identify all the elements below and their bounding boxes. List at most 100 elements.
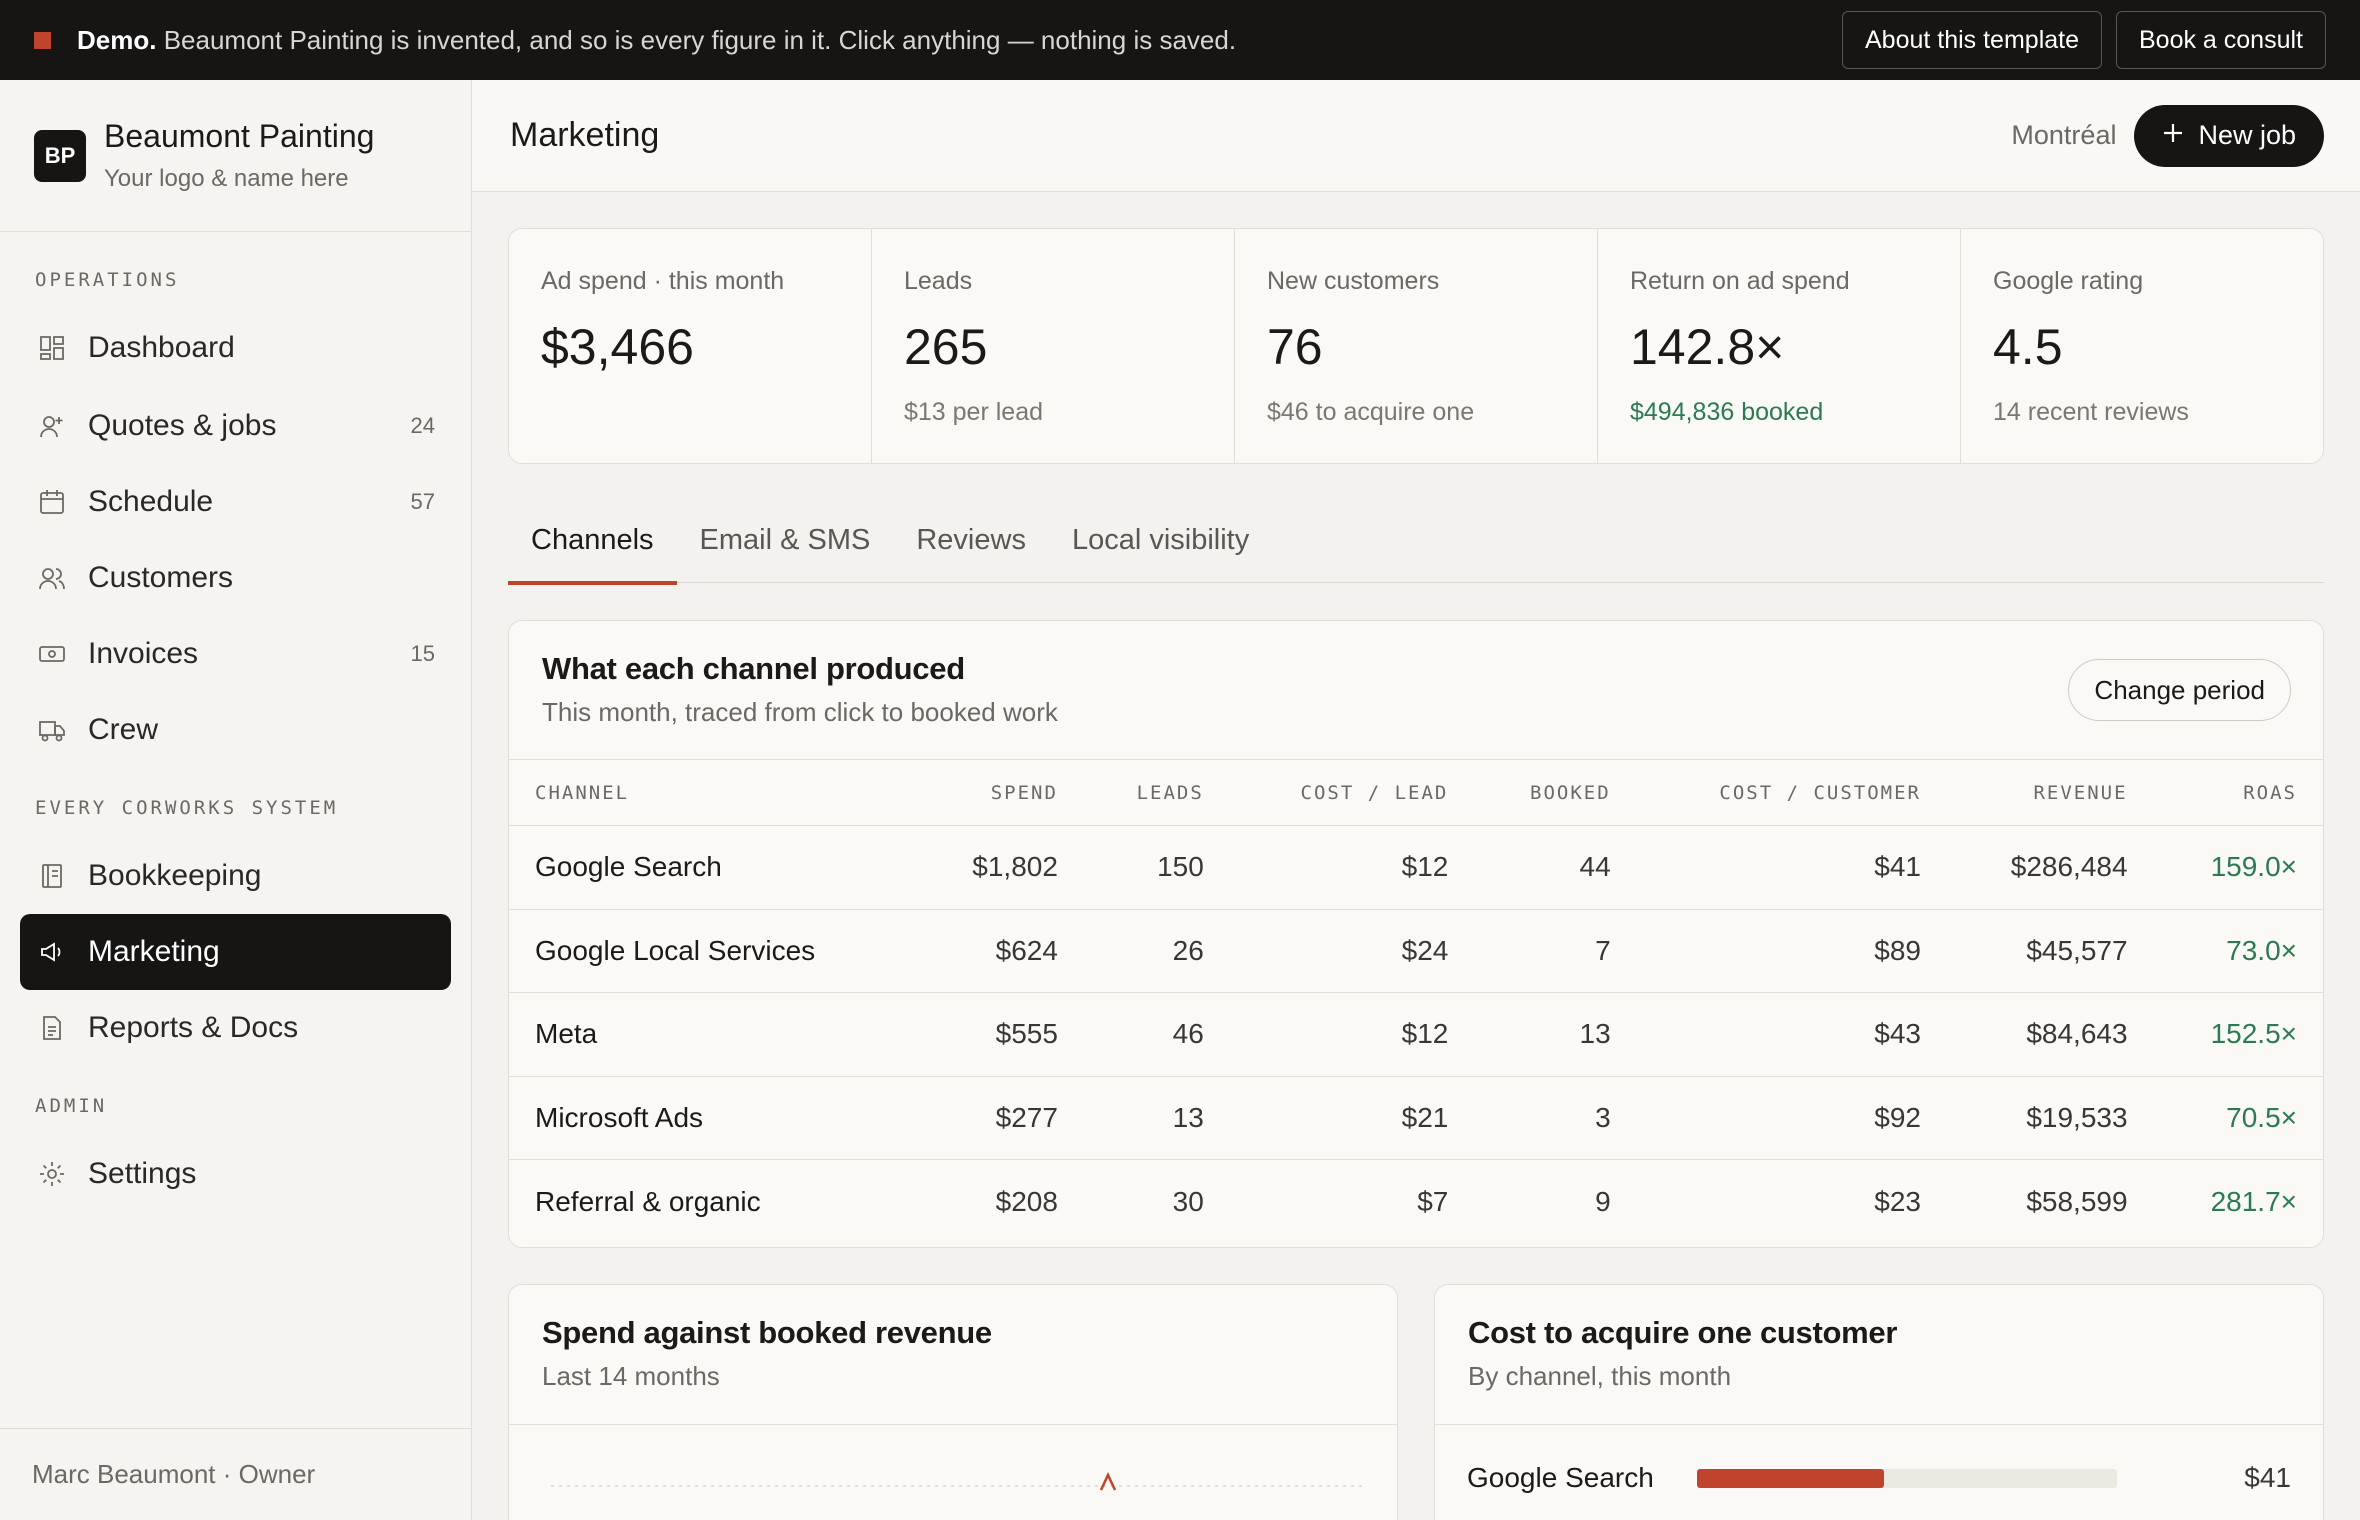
card-title: What each channel produced bbox=[542, 651, 965, 686]
kpi-label: Ad spend · this month bbox=[541, 267, 785, 295]
cell-leads: 150 bbox=[1083, 825, 1230, 910]
cac-card: Cost to acquire one customer By channel,… bbox=[1434, 1284, 2324, 1520]
sidebar-item-marketing[interactable]: Marketing bbox=[20, 914, 451, 990]
sidebar-item-label: Settings bbox=[88, 1157, 197, 1190]
cell-cost-lead: $12 bbox=[1229, 992, 1475, 1077]
cell-spend: $208 bbox=[995, 1185, 1058, 1217]
users-icon bbox=[36, 562, 68, 594]
current-user[interactable]: Marc Beaumont · Owner bbox=[0, 1428, 471, 1520]
sidebar-item-label: Marketing bbox=[88, 935, 220, 968]
demo-indicator-icon bbox=[34, 31, 51, 49]
user-plus-icon bbox=[36, 410, 68, 442]
cell-leads: 13 bbox=[1083, 1076, 1230, 1160]
cell-spend: $277 bbox=[915, 1076, 1084, 1160]
kpi-label: Return on ad spend bbox=[1630, 267, 1850, 295]
card-subtitle: Last 14 months bbox=[542, 1361, 720, 1391]
cac-bar-track bbox=[1697, 1468, 2117, 1488]
sidebar-item-reports-docs[interactable]: Reports & Docs bbox=[20, 990, 451, 1066]
cell-cost-customer: $92 bbox=[1636, 1076, 1947, 1160]
nav-section-system: EVERY CORWORKS SYSTEM bbox=[35, 797, 339, 819]
kpi-label: Google rating bbox=[1993, 267, 2144, 295]
cell-channel: Referral & organic bbox=[535, 1185, 761, 1217]
brand-logo: BP bbox=[34, 129, 86, 182]
cell-roas: 152.5× bbox=[2153, 992, 2323, 1077]
tab-email-sms[interactable]: Email & SMS bbox=[677, 508, 894, 583]
table-row[interactable]: Google Local Services $624 26 $24 7 $89 … bbox=[509, 909, 2323, 993]
tab-local-visibility[interactable]: Local visibility bbox=[1049, 508, 1272, 583]
kpi-summary: Ad spend · this month $3,466 Leads 265 $… bbox=[508, 228, 2324, 464]
sidebar-item-crew[interactable]: Crew bbox=[20, 692, 451, 768]
table-header-row: CHANNEL SPEND LEADS COST / LEAD BOOKED C… bbox=[509, 759, 2323, 826]
cell-cost-customer: $43 bbox=[1636, 992, 1947, 1077]
cell-revenue: $58,599 bbox=[2026, 1185, 2128, 1217]
sidebar-item-bookkeeping[interactable]: Bookkeeping bbox=[20, 838, 451, 914]
cell-roas: 73.0× bbox=[2153, 909, 2323, 993]
table-row[interactable]: Google Search $1,802 150 $12 44 $41 $286… bbox=[509, 825, 2323, 910]
change-period-button[interactable]: Change period bbox=[2068, 659, 2291, 721]
cell-channel: Google Search bbox=[509, 825, 916, 910]
kpi-roas: Return on ad spend 142.8× $494,836 booke… bbox=[1598, 229, 1961, 463]
about-template-button[interactable]: About this template bbox=[1841, 11, 2102, 69]
cell-booked: 3 bbox=[1474, 1076, 1637, 1160]
tab-reviews[interactable]: Reviews bbox=[893, 508, 1049, 583]
spend-revenue-chart bbox=[509, 1425, 1397, 1520]
kpi-google-rating: Google rating 4.5 14 recent reviews bbox=[1961, 229, 2323, 463]
sidebar-item-label: Dashboard bbox=[88, 331, 235, 364]
sidebar-item-label: Schedule bbox=[88, 485, 214, 518]
table-row[interactable]: Microsoft Ads $277 13 $21 3 $92 $19,533 … bbox=[509, 1076, 2323, 1160]
cell-leads: 30 bbox=[1172, 1185, 1204, 1217]
card-subtitle: By channel, this month bbox=[1468, 1361, 1732, 1391]
tab-channels[interactable]: Channels bbox=[508, 508, 677, 585]
col-roas[interactable]: ROAS bbox=[2153, 759, 2323, 826]
cell-leads: 26 bbox=[1083, 909, 1230, 993]
calendar-icon bbox=[36, 486, 68, 518]
kpi-value: 76 bbox=[1267, 319, 1323, 375]
card-title: Spend against booked revenue bbox=[542, 1315, 992, 1350]
cell-roas: 281.7× bbox=[2210, 1185, 2297, 1217]
brand[interactable]: BP Beaumont Painting Your logo & name he… bbox=[0, 80, 471, 232]
truck-icon bbox=[36, 714, 68, 746]
cell-roas: 159.0× bbox=[2153, 825, 2323, 910]
sidebar-item-label: Quotes & jobs bbox=[88, 409, 277, 442]
cell-cost-customer: $89 bbox=[1636, 909, 1947, 993]
col-spend[interactable]: SPEND bbox=[915, 759, 1084, 826]
document-icon bbox=[36, 1012, 68, 1044]
page-title: Marketing bbox=[510, 116, 660, 154]
banner-text: Demo. Beaumont Painting is invented, and… bbox=[77, 25, 1236, 56]
sidebar-item-dashboard[interactable]: Dashboard bbox=[20, 310, 451, 386]
channels-card: What each channel produced This month, t… bbox=[508, 620, 2324, 1248]
cell-cost-lead: $24 bbox=[1229, 909, 1475, 993]
brand-name: Beaumont Painting bbox=[104, 118, 375, 154]
col-channel[interactable]: CHANNEL bbox=[509, 759, 916, 826]
cell-cost-customer: $23 bbox=[1874, 1185, 1921, 1217]
col-leads[interactable]: LEADS bbox=[1083, 759, 1230, 826]
new-job-button[interactable]: New job bbox=[2134, 104, 2324, 167]
sidebar-item-count: 24 bbox=[410, 413, 435, 438]
sidebar-item-quotes-jobs[interactable]: Quotes & jobs 24 bbox=[20, 388, 451, 464]
cell-channel: Meta bbox=[509, 992, 916, 1077]
cell-booked: 9 bbox=[1595, 1185, 1611, 1217]
kpi-ad-spend: Ad spend · this month $3,466 bbox=[509, 229, 872, 463]
cac-bar-label: Google Search bbox=[1467, 1462, 1654, 1493]
cell-cost-customer: $41 bbox=[1636, 825, 1947, 910]
book-consult-button[interactable]: Book a consult bbox=[2116, 11, 2326, 69]
table-row[interactable]: Meta $555 46 $12 13 $43 $84,643 152.5× bbox=[509, 992, 2323, 1077]
location-label[interactable]: Montréal bbox=[2011, 120, 2116, 151]
col-cost-lead[interactable]: COST / LEAD bbox=[1229, 759, 1475, 826]
cac-bar-row[interactable]: Google Search $41 bbox=[1435, 1425, 2323, 1520]
megaphone-icon bbox=[36, 936, 68, 968]
kpi-sub: 14 recent reviews bbox=[1993, 398, 2189, 426]
new-job-label: New job bbox=[2198, 120, 2296, 150]
col-cost-customer[interactable]: COST / CUSTOMER bbox=[1636, 759, 1947, 826]
kpi-label: New customers bbox=[1267, 267, 1440, 295]
kpi-leads: Leads 265 $13 per lead bbox=[872, 229, 1235, 463]
col-booked[interactable]: BOOKED bbox=[1474, 759, 1637, 826]
sidebar-item-customers[interactable]: Customers bbox=[20, 540, 451, 616]
banner-message: Beaumont Painting is invented, and so is… bbox=[156, 24, 1237, 55]
sidebar-item-settings[interactable]: Settings bbox=[20, 1136, 451, 1212]
col-revenue[interactable]: REVENUE bbox=[1947, 759, 2154, 826]
table-row[interactable]: Referral & organic $208 30 $7 9 $23 $58,… bbox=[509, 1160, 2323, 1244]
sidebar-item-invoices[interactable]: Invoices 15 bbox=[20, 616, 451, 692]
banner-actions: About this template Book a consult bbox=[1841, 11, 2326, 69]
sidebar-item-schedule[interactable]: Schedule 57 bbox=[20, 464, 451, 540]
